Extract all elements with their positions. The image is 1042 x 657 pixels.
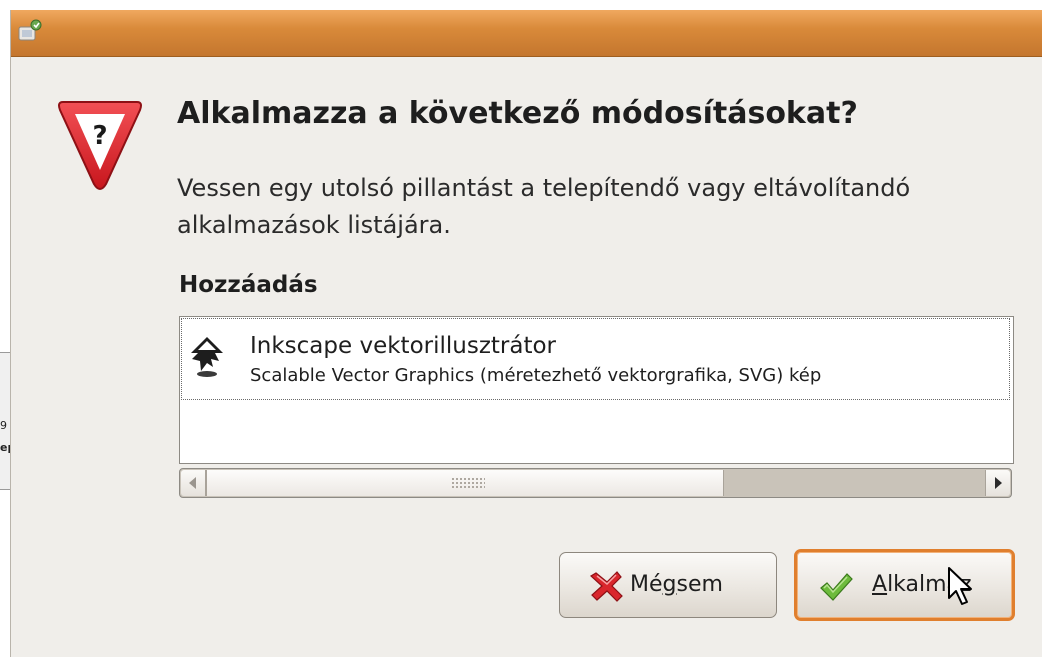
mouse-cursor-icon <box>948 567 972 605</box>
list-item[interactable]: Inkscape vektorillusztrátor Scalable Vec… <box>181 318 1010 400</box>
dialog-description: Vessen egy utolsó pillantást a telepíten… <box>177 174 911 239</box>
package-list[interactable]: Inkscape vektorillusztrátor Scalable Vec… <box>179 316 1014 464</box>
add-section-label: Hozzáadás <box>179 272 318 298</box>
cancel-x-icon <box>590 571 623 602</box>
horizontal-scrollbar[interactable] <box>179 468 1012 498</box>
cancel-button-label: Mégsem <box>630 572 723 597</box>
scroll-left-button[interactable] <box>181 470 206 496</box>
checkmark-icon <box>820 573 853 601</box>
confirm-changes-dialog: ? Alkalmazza a következő módosításokat? … <box>10 10 1042 657</box>
grip-icon <box>451 477 485 489</box>
dialog-heading: Alkalmazza a következő módosításokat? <box>177 96 858 131</box>
package-description: Scalable Vector Graphics (méretezhető ve… <box>250 365 822 386</box>
arrow-left-icon <box>189 477 196 489</box>
inkscape-icon <box>191 337 223 377</box>
scrollbar-thumb[interactable] <box>206 470 724 496</box>
svg-text:?: ? <box>92 121 107 151</box>
software-properties-icon <box>18 19 42 41</box>
question-warning-icon: ? <box>58 101 142 190</box>
scroll-right-button[interactable] <box>985 470 1010 496</box>
package-name: Inkscape vektorillusztrátor <box>250 333 557 359</box>
dialog-titlebar[interactable] <box>11 10 1042 57</box>
apply-button[interactable]: Alkalmaz <box>794 549 1015 621</box>
cancel-button[interactable]: Mégsem <box>559 552 777 618</box>
arrow-right-icon <box>995 477 1002 489</box>
apply-button-label: Alkalmaz <box>872 572 972 597</box>
